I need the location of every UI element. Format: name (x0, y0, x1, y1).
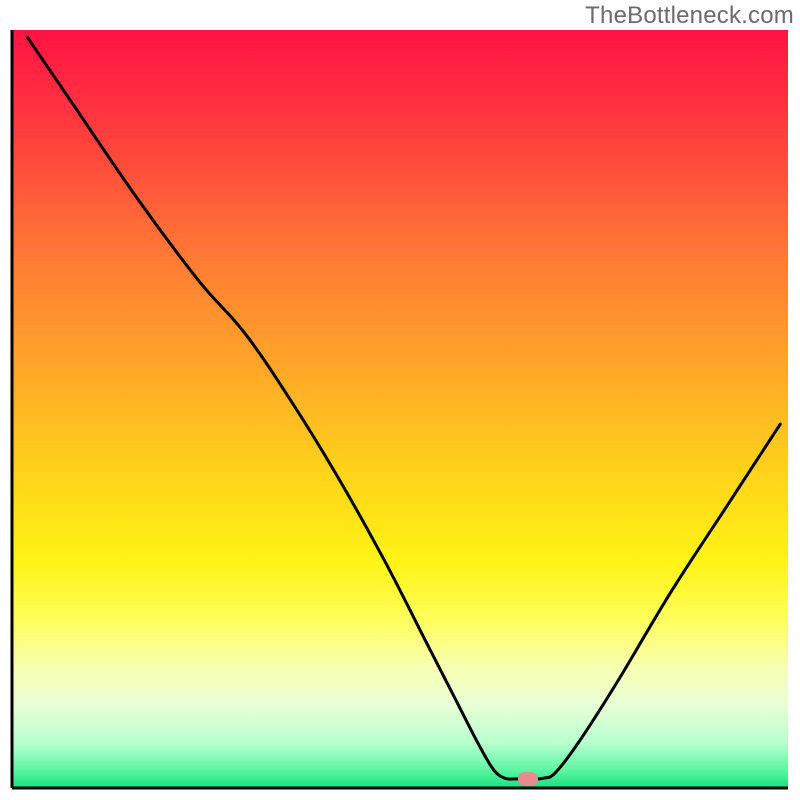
optimal-marker (518, 772, 538, 786)
gradient-background (12, 30, 788, 788)
plot-area (12, 30, 788, 788)
bottleneck-chart: TheBottleneck.com (0, 0, 800, 800)
watermark-text: TheBottleneck.com (585, 2, 794, 30)
chart-svg (0, 0, 800, 800)
